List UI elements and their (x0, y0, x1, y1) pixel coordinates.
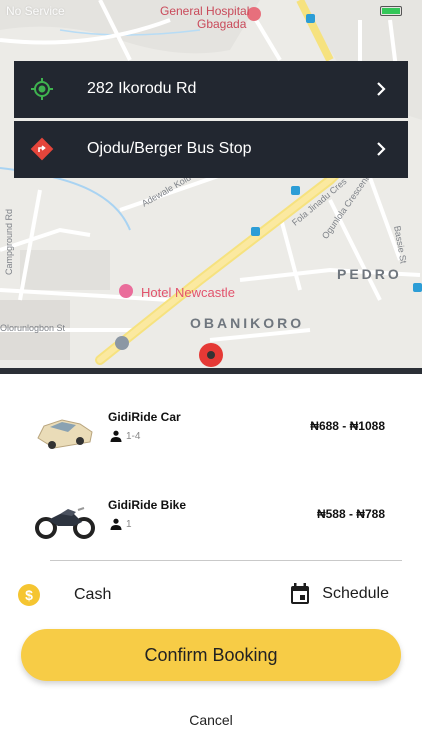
seat-count: 1-4 (126, 430, 141, 442)
chevron-right-icon (377, 82, 386, 96)
map-label-pedro: PEDRO (337, 266, 402, 282)
car-image (37, 419, 93, 449)
direction-diamond-icon (30, 137, 54, 161)
ride-price: ₦688 - ₦1088 (310, 419, 385, 433)
calendar-icon (291, 583, 310, 604)
schedule-label: Schedule (322, 585, 389, 602)
ride-seats: 1-4 (110, 430, 140, 442)
map-label-obanikoro: OBANIKORO (190, 315, 305, 331)
ride-seats: 1 (110, 518, 132, 530)
map-view[interactable]: General Hospital Gbagada Hotel Newcastle… (0, 0, 422, 370)
battery-icon (380, 6, 402, 16)
ride-option-bike[interactable]: GidiRide Bike 1 ₦588 - ₦788 (0, 492, 422, 562)
dollar-coin-icon: $ (18, 584, 40, 606)
motorbike-image (35, 507, 95, 539)
carrier-label: No Service (6, 4, 65, 18)
dropoff-address: Ojodu/Berger Bus Stop (87, 140, 252, 157)
status-bar: No Service (0, 0, 422, 22)
battery-level (382, 8, 400, 14)
ride-name: GidiRide Bike (108, 498, 187, 512)
pickup-location-row[interactable]: 282 Ikorodu Rd (14, 61, 408, 118)
ride-name: GidiRide Car (108, 410, 181, 424)
divider (50, 560, 402, 561)
dropoff-location-row[interactable]: Ojodu/Berger Bus Stop (14, 121, 408, 178)
cancel-button[interactable]: Cancel (0, 712, 422, 728)
booking-sheet: GidiRide Car 1-4 ₦688 - ₦1088 GidiRide B… (0, 374, 422, 750)
person-icon (110, 430, 122, 442)
map-pin-icon (199, 343, 223, 367)
seat-count: 1 (126, 518, 132, 530)
person-icon (110, 518, 122, 530)
schedule-button[interactable]: Schedule (290, 583, 389, 605)
confirm-booking-button[interactable]: Confirm Booking (21, 629, 401, 681)
location-target-icon (31, 78, 53, 100)
ride-price: ₦588 - ₦788 (316, 507, 385, 521)
payment-label: Cash (74, 586, 112, 603)
map-label-campground: Campground Rd (4, 208, 14, 275)
payment-method-selector[interactable]: $ Cash (18, 584, 111, 606)
pickup-address: 282 Ikorodu Rd (87, 80, 197, 97)
map-label-hotel: Hotel Newcastle (141, 285, 235, 300)
ride-option-car[interactable]: GidiRide Car 1-4 ₦688 - ₦1088 (0, 404, 422, 474)
map-label-olorun: Olorunlogbon St (0, 323, 66, 333)
chevron-right-icon (377, 142, 386, 156)
